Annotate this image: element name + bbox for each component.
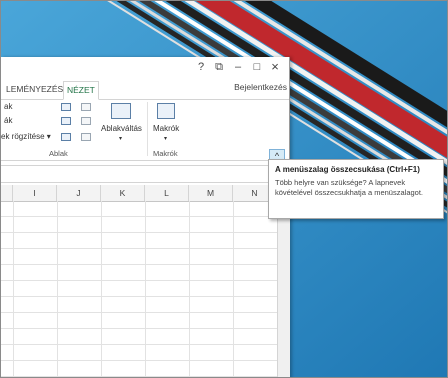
switch-windows-icon[interactable] (111, 103, 131, 119)
tab-view[interactable]: NÉZET (63, 81, 99, 100)
unhide-icon[interactable] (61, 133, 71, 141)
column-header[interactable]: I (13, 185, 57, 201)
formula-bar[interactable] (1, 165, 289, 183)
cell-grid[interactable] (1, 201, 277, 377)
maximize-icon[interactable]: □ (249, 60, 265, 74)
column-header[interactable]: J (57, 185, 101, 201)
ribbon: ak ák ek rögzítése ▾ Ablakváltás ▾ Makró… (1, 100, 289, 161)
sign-in-link[interactable]: Bejelentkezés (234, 82, 287, 92)
column-header[interactable]: M (189, 185, 233, 201)
group-separator (147, 102, 148, 156)
group-label-macros: Makrók (153, 149, 178, 158)
excel-window: ? ⧉ – □ × LEMÉNYEZÉS NÉZET Bejelentkezés… (1, 57, 290, 377)
macros-button[interactable]: Makrók (153, 124, 179, 133)
grid-line (145, 201, 146, 377)
ribbon-item-arrange[interactable]: ák (4, 116, 12, 125)
reset-window-position-icon[interactable] (81, 133, 91, 141)
grid-line (189, 201, 190, 377)
macros-caret-icon[interactable]: ▾ (164, 135, 167, 142)
view-side-by-side-icon[interactable] (81, 103, 91, 111)
grid-line (57, 201, 58, 377)
column-header-partial[interactable] (1, 185, 13, 201)
switch-windows-caret-icon[interactable]: ▾ (119, 135, 122, 142)
help-icon[interactable]: ? (193, 60, 209, 74)
grid-line (101, 201, 102, 377)
column-headers: I J K L M N (1, 185, 277, 202)
collapse-ribbon-tooltip: A menüszalag összecsukása (Ctrl+F1) Több… (268, 159, 444, 219)
ribbon-item-new-window[interactable]: ak (4, 102, 12, 111)
macros-icon[interactable] (157, 103, 175, 119)
tooltip-body: Több helyre van szüksége? A lapnevek köv… (275, 178, 424, 197)
screen: ? ⧉ – □ × LEMÉNYEZÉS NÉZET Bejelentkezés… (0, 0, 448, 378)
close-icon[interactable]: × (267, 60, 283, 74)
split-icon[interactable] (61, 103, 71, 111)
column-header[interactable]: K (101, 185, 145, 201)
column-header[interactable]: L (145, 185, 189, 201)
tab-review[interactable]: LEMÉNYEZÉS (3, 81, 66, 97)
minimize-icon[interactable]: – (230, 60, 246, 74)
title-bar: ? ⧉ – □ × (1, 57, 289, 79)
ribbon-tabs: LEMÉNYEZÉS NÉZET Bejelentkezés (1, 79, 289, 100)
tooltip-title: A menüszalag összecsukása (Ctrl+F1) (275, 165, 420, 174)
group-label-window: Ablak (49, 149, 68, 158)
grid-line (13, 201, 14, 377)
freeze-panes-button[interactable]: ek rögzítése ▾ (1, 132, 51, 141)
grid-line (233, 201, 234, 377)
synchronous-scrolling-icon[interactable] (81, 117, 91, 125)
ribbon-display-options-icon[interactable]: ⧉ (211, 60, 227, 74)
switch-windows-button[interactable]: Ablakváltás (101, 124, 142, 133)
hide-icon[interactable] (61, 117, 71, 125)
